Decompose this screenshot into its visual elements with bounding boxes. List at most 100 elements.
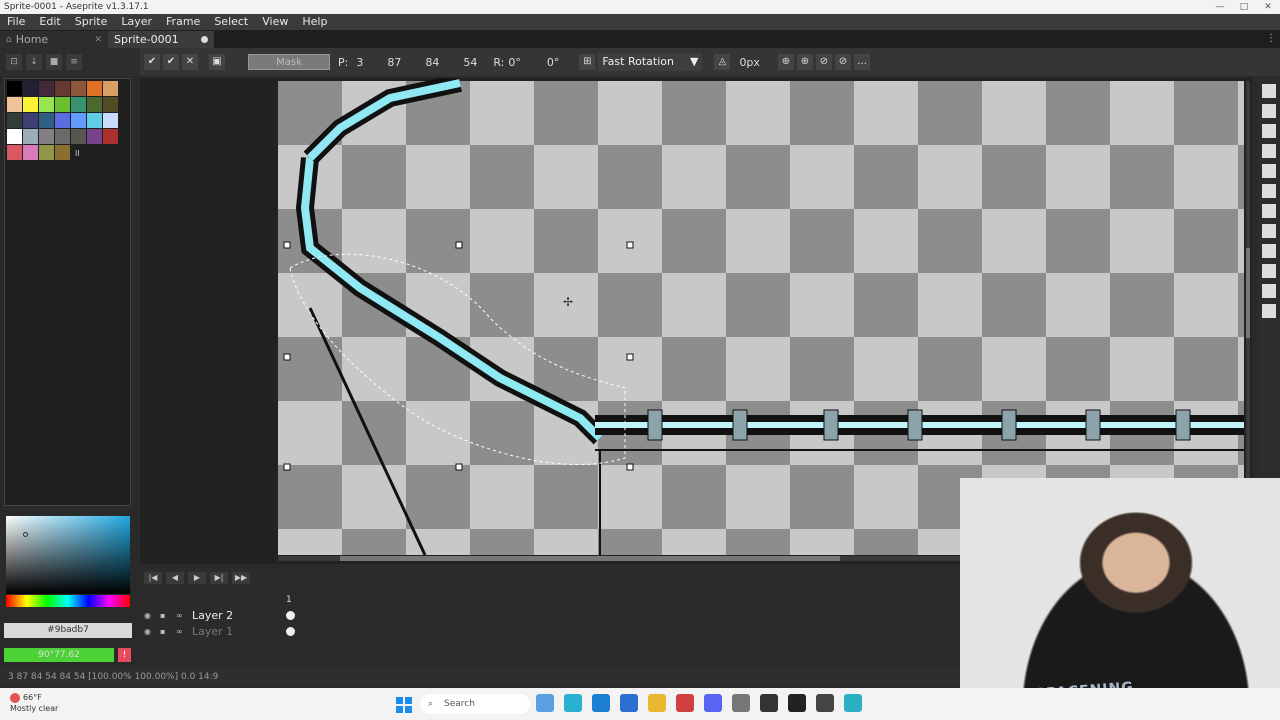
palette-swatch[interactable]	[103, 113, 118, 128]
tab-sprite[interactable]: Sprite-0001	[108, 31, 214, 48]
cel-icon[interactable]	[286, 627, 295, 636]
palette-swatch[interactable]	[55, 145, 70, 160]
last-frame-icon[interactable]: ▶▶	[232, 572, 250, 584]
align-center-icon[interactable]: ⊕	[777, 54, 794, 70]
alert-icon[interactable]: !	[118, 648, 131, 662]
eye-icon[interactable]: ◉	[144, 627, 154, 637]
cel-icon[interactable]	[286, 611, 295, 620]
lock-icon[interactable]: ▪	[160, 611, 170, 621]
move-tool-icon[interactable]	[1262, 184, 1276, 198]
panel-toggle-icon[interactable]: ⋮	[1266, 33, 1276, 44]
menu-edit[interactable]: Edit	[32, 14, 67, 30]
palette-swatch[interactable]	[39, 113, 54, 128]
palette-swatch[interactable]	[103, 129, 118, 144]
apply-icon[interactable]: ✔	[144, 54, 160, 70]
hue-slider[interactable]	[6, 595, 130, 607]
eye-icon[interactable]: ◉	[144, 611, 154, 621]
palette-swatch[interactable]	[39, 129, 54, 144]
menu-select[interactable]: Select	[207, 14, 255, 30]
rectangle-tool-icon[interactable]	[1262, 244, 1276, 258]
menu-view[interactable]: View	[255, 14, 295, 30]
palette-swatch[interactable]	[23, 113, 38, 128]
contour-tool-icon[interactable]	[1262, 264, 1276, 278]
store-icon[interactable]	[620, 694, 638, 712]
palette-swatch[interactable]	[55, 129, 70, 144]
lock-icon[interactable]: ▪	[160, 627, 170, 637]
skew-field[interactable]: 0°	[547, 56, 560, 69]
settings-icon[interactable]	[732, 694, 750, 712]
palette-swatch[interactable]	[23, 81, 38, 96]
minimize-button[interactable]: —	[1208, 0, 1232, 14]
close-button[interactable]: ✕	[1256, 0, 1280, 14]
line-tool-icon[interactable]	[1262, 224, 1276, 238]
frame-number[interactable]: 1	[286, 595, 292, 605]
palette-swatch[interactable]	[103, 97, 118, 112]
next-frame-icon[interactable]: ▶|	[210, 572, 228, 584]
chrome-icon[interactable]	[676, 694, 694, 712]
close-tab-icon[interactable]: ✕	[94, 35, 102, 45]
aseprite-icon[interactable]	[844, 694, 862, 712]
palette-swatch[interactable]	[23, 145, 38, 160]
edge-icon[interactable]	[592, 694, 610, 712]
eraser-tool-icon[interactable]	[1262, 124, 1276, 138]
blur-tool-icon[interactable]	[1262, 284, 1276, 298]
first-frame-icon[interactable]: |◀	[144, 572, 162, 584]
pos-y-field[interactable]: 87	[387, 56, 401, 69]
menu-help[interactable]: Help	[295, 14, 334, 30]
alpha-slider[interactable]: 90°77.62	[4, 648, 114, 662]
slash-icon[interactable]: ⊘	[834, 54, 851, 70]
palette-swatch[interactable]	[87, 81, 102, 96]
palette-swatch[interactable]	[39, 81, 54, 96]
palette-swatch[interactable]	[7, 129, 22, 144]
tab-home[interactable]: ⌂ Home ✕	[0, 31, 108, 48]
palette-swatch[interactable]	[103, 81, 118, 96]
prev-frame-icon[interactable]: ◀	[166, 572, 184, 584]
palette-swatch[interactable]	[55, 97, 70, 112]
palette-swatch[interactable]	[71, 129, 86, 144]
cancel-icon[interactable]: ✕	[182, 54, 198, 70]
eyedropper-tool-icon[interactable]	[1262, 144, 1276, 158]
link-icon[interactable]: ∞	[176, 627, 186, 637]
terminal-icon[interactable]	[788, 694, 806, 712]
palette-swatch[interactable]	[39, 145, 54, 160]
menu-file[interactable]: File	[0, 14, 32, 30]
palette-swatch[interactable]	[39, 97, 54, 112]
pivot-icon[interactable]: ⊞	[579, 54, 596, 70]
weather-widget[interactable]: 66°F Mostly clear	[10, 692, 58, 714]
palette-swatch[interactable]	[23, 97, 38, 112]
palette-swatch[interactable]	[55, 81, 70, 96]
taskbar-search[interactable]: ⌕ Search	[420, 694, 530, 714]
folder-icon[interactable]	[648, 694, 666, 712]
discord-icon[interactable]	[704, 694, 722, 712]
flip-icon[interactable]: ⊘	[815, 54, 832, 70]
steam-icon[interactable]	[760, 694, 778, 712]
layer-row[interactable]: ◉ ▪ ∞ Layer 2	[144, 608, 295, 623]
menu-sprite[interactable]: Sprite	[68, 14, 115, 30]
layer-name[interactable]: Layer 2	[192, 609, 233, 622]
menu-frame[interactable]: Frame	[159, 14, 207, 30]
palette-swatch[interactable]	[87, 113, 102, 128]
color-picker[interactable]	[6, 516, 130, 594]
maximize-button[interactable]: □	[1232, 0, 1256, 14]
height-field[interactable]: 54	[463, 56, 477, 69]
fill-tool-icon[interactable]	[1262, 204, 1276, 218]
sort-down-icon[interactable]: ↓	[26, 54, 42, 70]
apply-all-icon[interactable]: ✔	[163, 54, 179, 70]
mask-color-button[interactable]: Mask	[248, 54, 330, 70]
zoom-tool-icon[interactable]	[1262, 164, 1276, 178]
rotation-algorithm-select[interactable]: Fast Rotation ▼	[598, 53, 703, 71]
swatch-icon[interactable]: ■	[46, 54, 62, 70]
layer-row[interactable]: ◉ ▪ ∞ Layer 1	[144, 624, 295, 639]
palette-swatch[interactable]	[71, 81, 86, 96]
palette-swatch[interactable]	[71, 113, 86, 128]
unsaved-dot-icon[interactable]	[201, 36, 208, 43]
snap-icon[interactable]: ◬	[714, 54, 731, 70]
palette-swatch[interactable]	[7, 113, 22, 128]
menu-icon[interactable]: ≡	[66, 54, 82, 70]
palette-swatch[interactable]	[71, 97, 86, 112]
palette-swatch[interactable]	[23, 129, 38, 144]
marquee-tool-icon[interactable]	[1262, 84, 1276, 98]
text-tool-icon[interactable]	[1262, 304, 1276, 318]
width-field[interactable]: 84	[425, 56, 439, 69]
pos-x-field[interactable]: 3	[356, 56, 363, 69]
